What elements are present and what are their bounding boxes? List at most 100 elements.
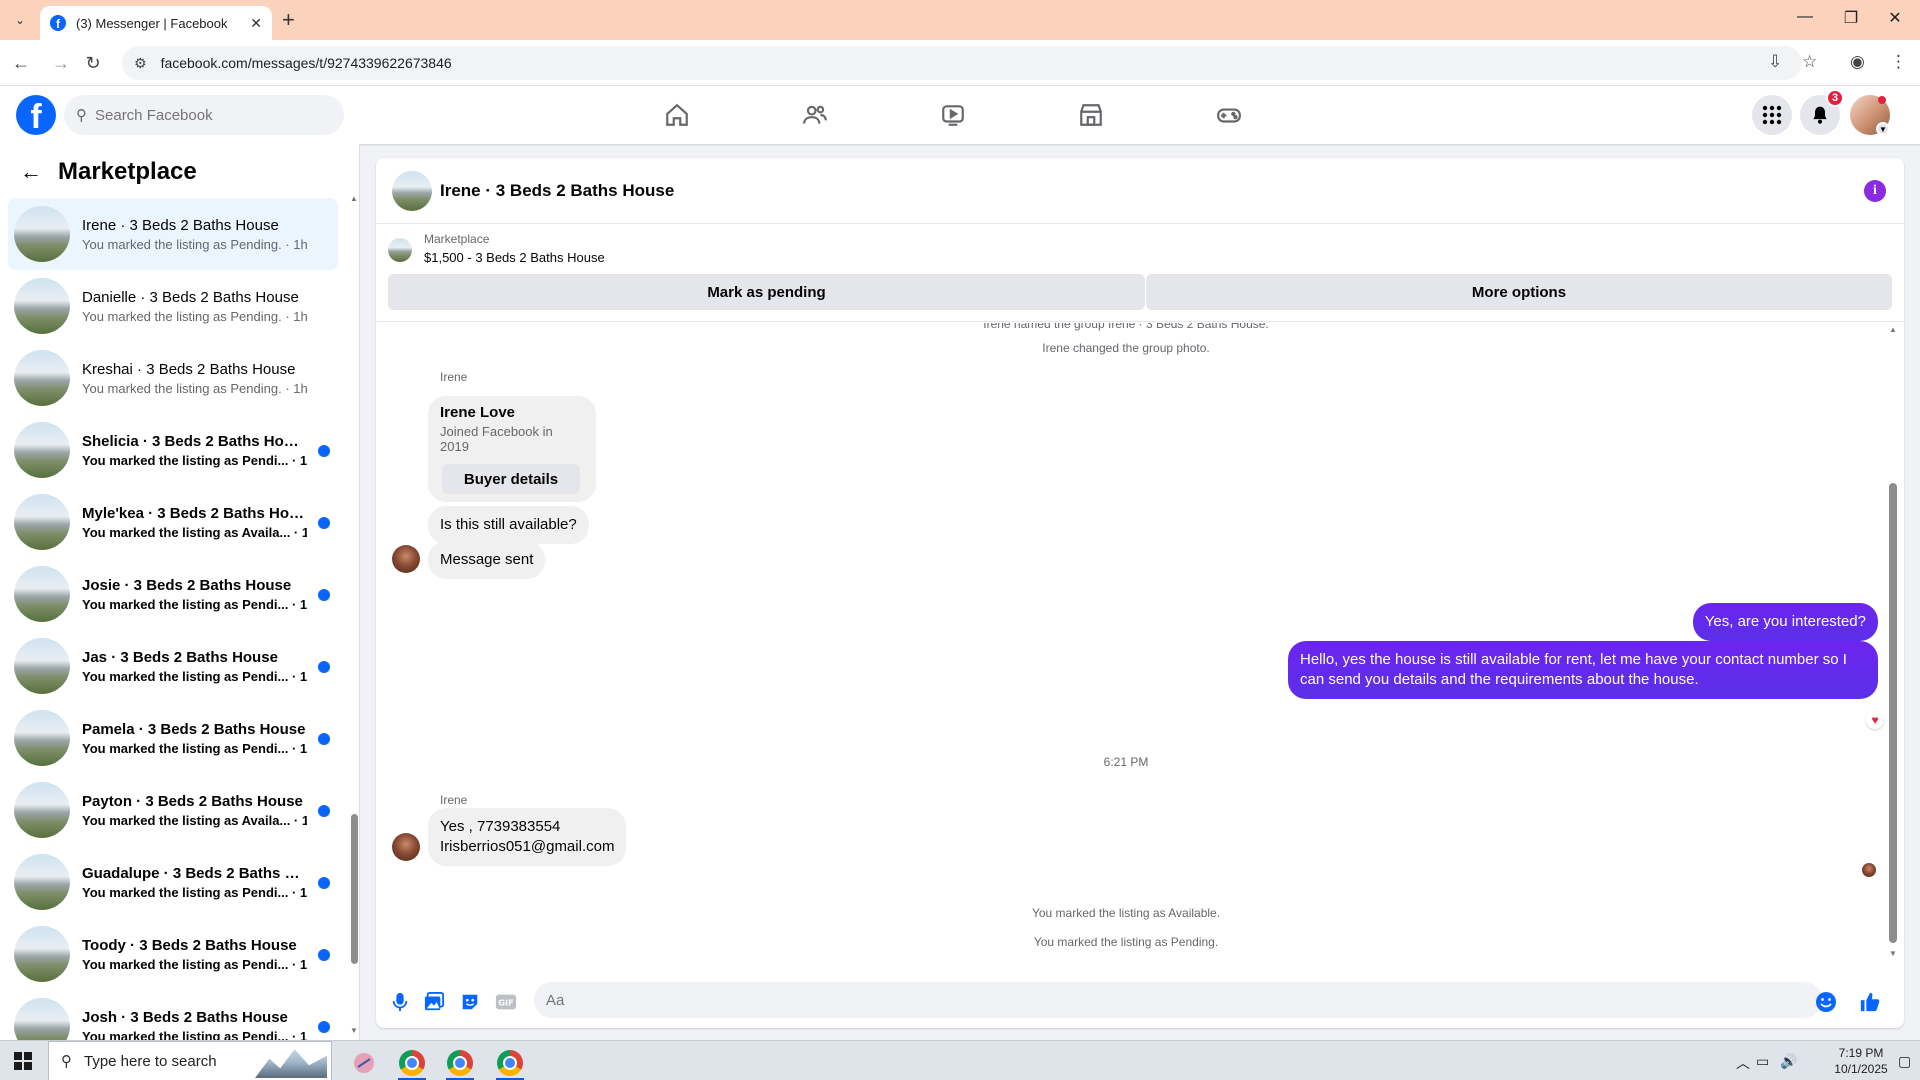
mark-pending-button[interactable]: Mark as pending [388, 274, 1145, 310]
taskbar-search[interactable]: ⚲ Type here to search [48, 1041, 332, 1080]
unread-dot [318, 805, 330, 817]
conversation-item[interactable]: Toody · 3 Beds 2 Baths House You marked t… [8, 918, 338, 990]
message-input-box[interactable] [534, 982, 1822, 1018]
info-icon[interactable]: i [1864, 180, 1886, 202]
browser-tab[interactable]: f (3) Messenger | Facebook ✕ [40, 6, 272, 40]
notifications-icon[interactable]: ▢ [1898, 1053, 1911, 1070]
gaming-icon[interactable] [1214, 100, 1244, 130]
window-close-icon[interactable]: ✕ [1880, 8, 1910, 28]
conversation-item[interactable]: Payton · 3 Beds 2 Baths House You marked … [8, 774, 338, 846]
microphone-icon[interactable] [388, 990, 412, 1014]
network-icon[interactable]: ▭ [1756, 1053, 1769, 1070]
scroll-down-icon[interactable]: ▼ [350, 1026, 358, 1035]
sender-avatar[interactable] [392, 545, 420, 573]
facebook-logo-icon[interactable]: f [16, 95, 56, 135]
snipping-tool-icon[interactable] [344, 1045, 384, 1080]
scroll-up-icon[interactable]: ▲ [350, 194, 358, 203]
chat-scrollbar[interactable]: ▲ ▼ [1888, 323, 1898, 963]
conversation-item[interactable]: Kreshai · 3 Beds 2 Baths House You marked… [8, 342, 338, 414]
reply-email: Irisberrios051@gmail.com [440, 838, 615, 855]
forward-icon[interactable]: → [48, 50, 74, 76]
profile-icon[interactable]: ◉ [1850, 52, 1865, 72]
tab-close-icon[interactable]: ✕ [250, 15, 262, 32]
conversation-thumbnail [14, 926, 70, 982]
conversation-item[interactable]: Shelicia · 3 Beds 2 Baths House You marke… [8, 414, 338, 486]
bookmark-star-icon[interactable]: ☆ [1802, 52, 1817, 72]
conversation-name: Josie · 3 Beds 2 Baths House [82, 576, 292, 594]
account-alert-dot [1878, 96, 1886, 104]
volume-icon[interactable]: 🔊 [1780, 1053, 1797, 1070]
facebook-search-input[interactable] [95, 106, 295, 124]
conversation-preview: You marked the listing as Availa... · 1h [82, 524, 307, 540]
chat-thumbnail[interactable] [392, 170, 432, 211]
listing-description[interactable]: $1,500 - 3 Beds 2 Baths House [424, 250, 605, 265]
conversation-item[interactable]: Josie · 3 Beds 2 Baths House You marked t… [8, 558, 338, 630]
chrome-taskbar-icon[interactable] [440, 1045, 480, 1080]
conversation-item[interactable]: Guadalupe · 3 Beds 2 Baths Ho... You mark… [8, 846, 338, 918]
system-message: You marked the listing as Available. [1031, 906, 1221, 920]
chrome-taskbar-icon[interactable] [490, 1045, 530, 1080]
home-icon[interactable] [662, 100, 692, 130]
system-clock[interactable]: 7:19 PM 10/1/2025 [1830, 1045, 1892, 1077]
system-message: You marked the listing as Pending. [1033, 935, 1219, 949]
account-caret-icon[interactable]: ▼ [1876, 122, 1890, 136]
emoji-icon[interactable] [1814, 990, 1838, 1014]
gif-icon[interactable]: GIF [494, 990, 518, 1014]
conversation-preview: You marked the listing as Pendi... · 1h [82, 740, 307, 756]
video-icon[interactable] [938, 100, 968, 130]
sender-avatar[interactable] [392, 833, 420, 861]
incoming-message[interactable]: Is this still available? [428, 506, 589, 544]
scrollbar-thumb[interactable] [351, 814, 358, 964]
listing-thumbnail[interactable] [388, 238, 412, 262]
conversation-text: Guadalupe · 3 Beds 2 Baths Ho... You mark… [82, 865, 307, 900]
incoming-message[interactable]: Message sent [428, 541, 546, 579]
conversation-item[interactable]: Myle'kea · 3 Beds 2 Baths House You marke… [8, 486, 338, 558]
scroll-down-icon[interactable]: ▼ [1889, 949, 1897, 958]
friends-icon[interactable] [800, 100, 830, 130]
menu-grid-icon[interactable] [1752, 95, 1792, 135]
conversation-item[interactable]: Danielle · 3 Beds 2 Baths House You marke… [8, 270, 338, 342]
buyer-details-button[interactable]: Buyer details [442, 464, 580, 494]
sidebar-scrollbar[interactable]: ▲ ▼ [348, 144, 359, 1040]
svg-text:GIF: GIF [498, 998, 513, 1008]
thumbs-up-icon[interactable] [1858, 990, 1882, 1014]
photo-icon[interactable] [422, 990, 446, 1014]
more-options-button[interactable]: More options [1146, 274, 1892, 310]
conversation-item[interactable]: Josh · 3 Beds 2 Baths House You marked th… [8, 990, 338, 1040]
conversation-name: Shelicia · 3 Beds 2 Baths House [82, 432, 307, 450]
tab-search-chevron-icon[interactable]: ⌄ [8, 8, 32, 32]
conversation-item[interactable]: Irene · 3 Beds 2 Baths House You marked t… [8, 198, 338, 270]
conversation-item[interactable]: Jas · 3 Beds 2 Baths House You marked the… [8, 630, 338, 702]
url-text[interactable]: facebook.com/messages/t/9274339622673846 [161, 55, 452, 71]
back-arrow-icon[interactable]: ← [20, 159, 42, 185]
windows-start-icon[interactable] [14, 1052, 32, 1070]
facebook-search[interactable]: ⚲ [64, 95, 344, 135]
system-message: Irene named the group Irene · 3 Beds 2 B… [983, 323, 1269, 331]
marketplace-icon[interactable] [1076, 100, 1106, 130]
scroll-up-icon[interactable]: ▲ [1889, 325, 1897, 334]
message-input[interactable] [546, 991, 1746, 1009]
unread-dot [318, 589, 330, 601]
scrollbar-thumb[interactable] [1889, 483, 1897, 943]
back-icon[interactable]: ← [8, 50, 34, 76]
heart-reaction-icon[interactable]: ♥ [1866, 711, 1884, 729]
incoming-message[interactable]: Yes , 7739383554 Irisberrios051@gmail.co… [428, 808, 627, 866]
buyer-joined: Joined Facebook in 2019 [440, 424, 553, 454]
restore-icon[interactable]: ❐ [1836, 8, 1866, 28]
chrome-menu-icon[interactable]: ⋮ [1890, 52, 1907, 72]
outgoing-message[interactable]: Yes, are you interested? [1692, 603, 1878, 641]
minimize-icon[interactable]: — [1790, 8, 1820, 26]
conversation-item[interactable]: Pamela · 3 Beds 2 Baths House You marked … [8, 702, 338, 774]
new-tab-icon[interactable]: + [282, 8, 295, 32]
outgoing-message[interactable]: Hello, yes the house is still available … [1288, 641, 1878, 699]
listing-source: Marketplace [424, 232, 490, 246]
reload-icon[interactable]: ↻ [80, 50, 106, 76]
install-app-icon[interactable]: ⇩ [1768, 52, 1782, 72]
chat-title[interactable]: Irene · 3 Beds 2 Baths House [440, 181, 674, 201]
site-info-icon[interactable]: ⚙ [134, 55, 147, 72]
conversation-name: Jas · 3 Beds 2 Baths House [82, 648, 278, 666]
show-hidden-icons-icon[interactable]: ︿ [1736, 1053, 1750, 1073]
sticker-icon[interactable] [458, 990, 482, 1014]
chrome-taskbar-icon[interactable] [392, 1045, 432, 1080]
omnibox[interactable]: ⚙ facebook.com/messages/t/92743396226738… [122, 46, 1802, 80]
